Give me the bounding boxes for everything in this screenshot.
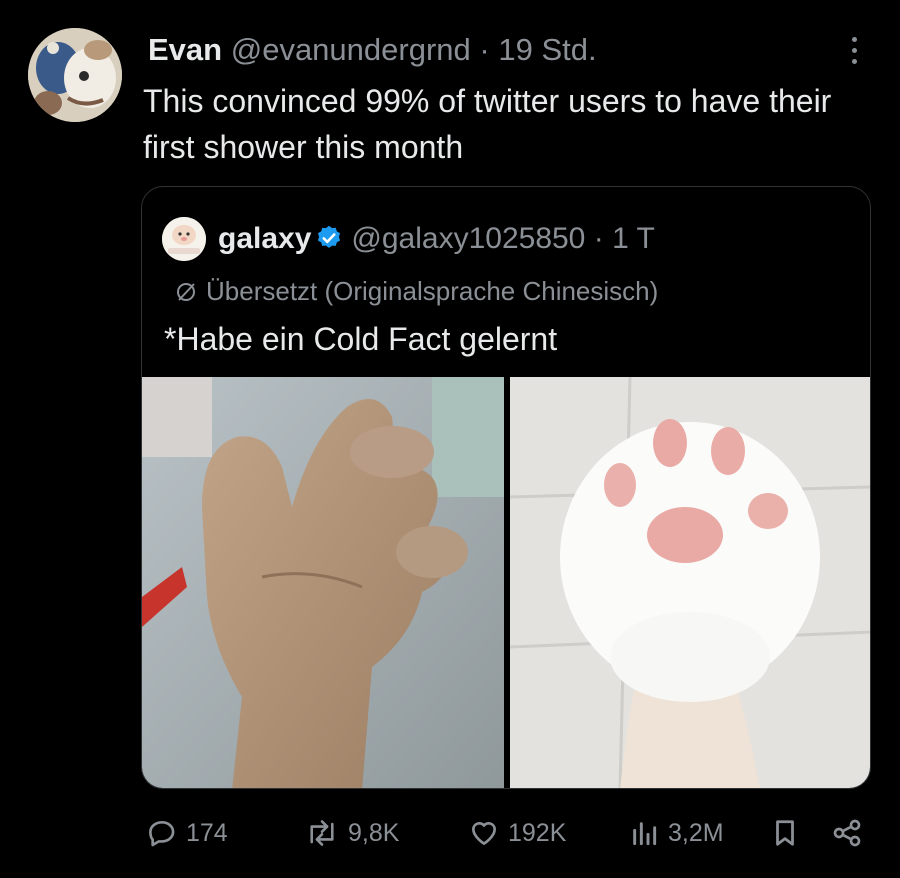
quoted-author-name[interactable]: galaxy bbox=[218, 222, 311, 255]
tweet-action-bar: 174 9,8K 192K 3,2M bbox=[0, 808, 900, 858]
repost-count: 9,8K bbox=[348, 818, 400, 847]
reply-icon bbox=[149, 821, 175, 847]
author-avatar[interactable] bbox=[28, 28, 122, 122]
translate-icon bbox=[177, 283, 195, 301]
quoted-tweet-card[interactable]: galaxy @galaxy1025850 · 1 T Übersetzt (Or… bbox=[141, 186, 871, 789]
quoted-media-grid bbox=[142, 377, 870, 788]
hand-fist-photo[interactable] bbox=[142, 377, 504, 788]
like-count: 192K bbox=[508, 818, 567, 847]
repost-icon bbox=[310, 820, 334, 846]
verified-badge-icon bbox=[315, 221, 343, 249]
repost-button[interactable]: 9,8K bbox=[304, 808, 399, 858]
reply-count: 174 bbox=[186, 818, 228, 847]
tweet-text: This convinced 99% of twitter users to h… bbox=[143, 83, 832, 165]
quoted-tweet-header: galaxy @galaxy1025850 · 1 T bbox=[218, 217, 655, 261]
quoted-tweet-time[interactable]: 1 T bbox=[612, 222, 655, 255]
share-button[interactable] bbox=[830, 808, 864, 858]
header-separator: · bbox=[479, 32, 490, 67]
quoted-tweet-text: *Habe ein Cold Fact gelernt bbox=[164, 321, 558, 357]
tweet-header: Evan @evanundergrnd · 19 Std. bbox=[148, 30, 597, 70]
views-chart-icon bbox=[633, 822, 657, 846]
quoted-header-separator: · bbox=[593, 222, 604, 255]
translation-note-text: Übersetzt (Originalsprache Chinesisch) bbox=[206, 276, 659, 306]
more-options-icon[interactable] bbox=[844, 30, 864, 70]
like-button[interactable]: 192K bbox=[468, 808, 566, 858]
reply-button[interactable]: 174 bbox=[146, 808, 228, 858]
share-icon bbox=[833, 819, 861, 847]
bookmark-icon bbox=[776, 820, 794, 846]
heart-icon bbox=[472, 821, 496, 845]
quoted-author-handle[interactable]: @galaxy1025850 bbox=[351, 222, 585, 255]
tweet-time[interactable]: 19 Std. bbox=[498, 32, 596, 67]
author-name[interactable]: Evan bbox=[148, 32, 222, 67]
translation-note: Übersetzt (Originalsprache Chinesisch) bbox=[174, 269, 658, 313]
author-handle[interactable]: @evanundergrnd bbox=[231, 32, 471, 67]
views-button[interactable]: 3,2M bbox=[628, 808, 724, 858]
quoted-author-avatar[interactable] bbox=[162, 217, 206, 261]
foam-cat-paw-photo[interactable] bbox=[510, 377, 870, 788]
bookmark-button[interactable] bbox=[770, 808, 800, 858]
view-count: 3,2M bbox=[668, 818, 724, 847]
